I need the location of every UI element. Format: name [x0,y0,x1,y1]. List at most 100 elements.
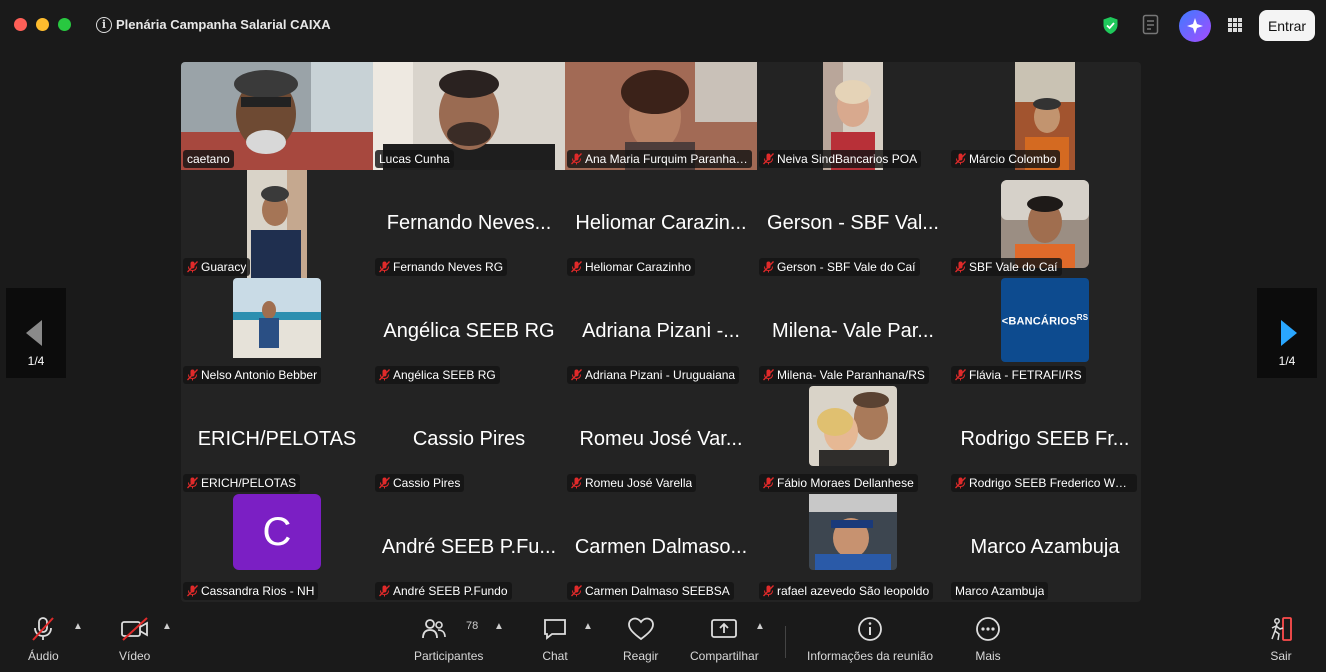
participant-tile[interactable]: Adriana Pizani -... Adriana Pizani - Uru… [565,278,757,386]
info-icon [858,617,882,641]
participant-name-tag: Flávia - FETRAFI/RS [951,366,1086,384]
participant-name: Ana Maria Furquim Paranha… [585,152,748,166]
muted-mic-icon [763,369,774,381]
participant-name: Cassandra Rios - NH [201,584,315,598]
minimize-window-button[interactable] [36,18,49,31]
participant-name-tag: SBF Vale do Caí [951,258,1062,276]
participant-tile[interactable]: Fernando Neves... Fernando Neves RG [373,170,565,278]
participant-tile-active-speaker[interactable]: Lucas Cunha [373,62,565,170]
muted-mic-icon [32,617,55,641]
audio-options-chevron-up-icon[interactable]: ▲ [73,621,83,632]
muted-mic-icon [955,477,966,489]
muted-mic-icon [379,585,390,597]
participant-tile[interactable]: <BANCÁRIOSRS Flávia - FETRAFI/RS [949,278,1141,386]
participant-tile[interactable]: Romeu José Var... Romeu José Varella [565,386,757,494]
close-window-button[interactable] [14,18,27,31]
video-label: Vídeo [119,649,151,663]
participant-tile[interactable]: Nelso Antonio Bebber [181,278,373,386]
participant-name: Flávia - FETRAFI/RS [969,368,1082,382]
audio-button[interactable]: Áudio [28,616,59,663]
participant-name-tag: Ana Maria Furquim Paranha… [567,150,752,168]
notes-icon[interactable] [1142,14,1160,41]
participant-name: André SEEB P.Fundo [393,584,508,598]
page-indicator-left: 1/4 [27,354,45,368]
participant-display-name: André SEEB P.Fu... [381,536,557,558]
participant-name-tag: Fábio Moraes Dellanhese [759,474,918,492]
participants-icon [421,619,446,639]
muted-mic-icon [955,261,966,273]
title-bar: i Plenária Campanha Salarial CAIXA Entra… [0,0,1326,50]
muted-mic-icon [571,585,582,597]
participant-tile[interactable]: SBF Vale do Caí [949,170,1141,278]
meeting-title: Plenária Campanha Salarial CAIXA [116,17,331,32]
react-label: Reagir [623,649,659,663]
participant-tile[interactable]: Guaracy [181,170,373,278]
chat-label: Chat [542,649,568,663]
share-options-chevron-up-icon[interactable]: ▲ [755,621,765,632]
video-options-chevron-up-icon[interactable]: ▲ [162,621,172,632]
muted-mic-icon [187,585,198,597]
participant-name: Cassio Pires [393,476,461,490]
participant-name-tag: Márcio Colombo [951,150,1061,168]
logo-text: BANCÁRIOS [1008,315,1077,328]
previous-page-button[interactable]: 1/4 [6,288,66,378]
participant-name: Márcio Colombo [969,152,1057,166]
muted-mic-icon [379,477,390,489]
participant-display-name: Gerson - SBF Val... [767,212,939,234]
participant-display-name: Marco Azambuja [970,536,1120,558]
video-gallery: caetano Lucas Cunha Ana Maria Furquim Pa… [181,62,1141,602]
participant-tile[interactable]: Gerson - SBF Val... Gerson - SBF Vale do… [757,170,949,278]
muted-mic-icon [187,477,198,489]
participant-name: Guaracy [201,260,247,274]
participant-tile[interactable]: Heliomar Carazin... Heliomar Carazinho [565,170,757,278]
participant-tile[interactable]: Marco Azambuja Marco Azambuja [949,494,1141,602]
participant-name-tag: Adriana Pizani - Uruguaiana [567,366,740,384]
participant-tile[interactable]: Milena- Vale Par... Milena- Vale Paranha… [757,278,949,386]
participant-tile[interactable]: Rodrigo SEEB Fr... Rodrigo SEEB Frederic… [949,386,1141,494]
participant-tile[interactable]: Neiva SindBancarios POA [757,62,949,170]
join-button[interactable]: Entrar [1259,10,1315,41]
next-page-button[interactable]: 1/4 [1257,288,1317,378]
participant-tile[interactable]: Ana Maria Furquim Paranha… [565,62,757,170]
participant-name: SBF Vale do Caí [969,260,1058,274]
participant-name-tag: Marco Azambuja [951,582,1049,600]
react-button[interactable]: Reagir [623,616,658,663]
participant-photo [1001,180,1089,268]
chat-options-chevron-up-icon[interactable]: ▲ [583,621,593,632]
avatar: C [233,494,321,570]
participant-name: rafael azevedo São leopoldo [777,584,930,598]
participant-tile[interactable]: rafael azevedo São leopoldo [757,494,949,602]
participant-photo [809,386,897,466]
meeting-info-button[interactable]: Informações da reunião [807,616,933,663]
participant-name-tag: Fernando Neves RG [375,258,508,276]
shield-icon[interactable] [1102,16,1119,40]
participant-display-name: Carmen Dalmaso... [574,536,748,558]
participants-label: Participantes [414,649,484,663]
video-button[interactable]: Vídeo [119,616,150,663]
participant-tile[interactable]: Cassio Pires Cassio Pires [373,386,565,494]
share-screen-button[interactable]: Compartilhar [690,616,759,663]
participant-tile[interactable]: C Cassandra Rios - NH [181,494,373,602]
logo-suffix: RS [1076,312,1089,322]
participants-count: 78 [466,620,479,632]
participant-tile[interactable]: Márcio Colombo [949,62,1141,170]
participant-tile[interactable]: André SEEB P.Fu... André SEEB P.Fundo [373,494,565,602]
leave-button[interactable]: Sair [1268,616,1294,663]
more-button[interactable]: Mais [975,616,1001,663]
info-icon[interactable]: i [96,17,112,33]
zoom-window-button[interactable] [58,18,71,31]
participant-tile[interactable]: ERICH/PELOTAS ERICH/PELOTAS [181,386,373,494]
participant-tile[interactable]: Fábio Moraes Dellanhese [757,386,949,494]
participant-tile[interactable]: Angélica SEEB RG Angélica SEEB RG [373,278,565,386]
participant-name: Heliomar Carazinho [585,260,692,274]
apps-grid-icon[interactable] [1228,18,1242,32]
participant-tile[interactable]: caetano [181,62,373,170]
participant-tile[interactable]: Carmen Dalmaso... Carmen Dalmaso SEEBSA [565,494,757,602]
participant-name-tag: Neiva SindBancarios POA [759,150,922,168]
chat-button[interactable]: Chat [542,616,568,663]
participants-options-chevron-up-icon[interactable]: ▲ [494,621,504,632]
muted-mic-icon [379,261,390,273]
video-off-icon [120,617,148,641]
ai-companion-button[interactable] [1179,10,1211,42]
muted-mic-icon [571,153,582,165]
